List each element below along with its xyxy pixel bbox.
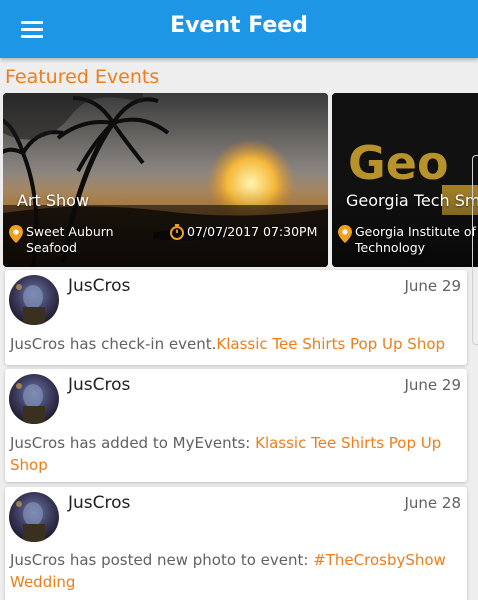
stopwatch-icon <box>170 224 184 240</box>
feed-username[interactable]: JusCros <box>68 276 130 296</box>
feed-item[interactable]: JusCros June 29 JusCros has check-in eve… <box>5 270 467 365</box>
activity-description: JusCros has posted new photo to event: <box>10 551 314 569</box>
event-location: Georgia Institute of Technology <box>338 224 476 256</box>
feed-username[interactable]: JusCros <box>68 375 130 395</box>
avatar-image <box>9 275 59 325</box>
feed-date: June 28 <box>404 494 461 512</box>
event-location-line: Georgia Institute of <box>355 224 476 239</box>
event-title: Art Show <box>17 191 90 210</box>
scroll-indicator <box>472 155 478 345</box>
event-image-text: Geo <box>348 136 449 190</box>
feed-date: June 29 <box>404 376 461 394</box>
event-location-line: Technology <box>355 240 426 255</box>
avatar-image <box>9 374 59 424</box>
event-datetime: 07/07/2017 07:30PM <box>169 224 317 240</box>
event-datetime-text: 07/07/2017 07:30PM <box>187 224 318 239</box>
featured-events-carousel[interactable]: Art Show Sweet Auburn Seafood 07/07/2017… <box>0 93 478 267</box>
event-location-line: Sweet Auburn <box>26 224 114 239</box>
avatar-image <box>9 492 59 542</box>
featured-event-card[interactable]: Art Show Sweet Auburn Seafood 07/07/2017… <box>3 93 328 267</box>
feed-item[interactable]: JusCros June 28 JusCros has posted new p… <box>5 487 467 600</box>
map-pin-icon <box>338 225 352 243</box>
feed-item[interactable]: JusCros June 29 JusCros has added to MyE… <box>5 369 467 482</box>
activity-description: JusCros has added to MyEvents: <box>10 434 256 452</box>
app-bar: Event Feed <box>0 0 478 58</box>
feed-activity-text: JusCros has check-in event.Klassic Tee S… <box>10 333 462 355</box>
avatar[interactable] <box>9 492 59 542</box>
event-location-line: Seafood <box>26 240 77 255</box>
featured-event-card[interactable]: Geo Georgia Tech Sm Georgia Institute of… <box>332 93 478 267</box>
activity-description: JusCros has check-in event. <box>10 335 217 353</box>
feed-username[interactable]: JusCros <box>68 493 130 513</box>
page-title: Event Feed <box>170 13 308 38</box>
map-pin-icon <box>9 225 23 243</box>
featured-events-heading: Featured Events <box>5 66 160 88</box>
event-title: Georgia Tech Sm <box>346 191 478 210</box>
event-location: Sweet Auburn Seafood <box>9 224 114 256</box>
avatar[interactable] <box>9 374 59 424</box>
feed-activity-text: JusCros has added to MyEvents: Klassic T… <box>10 432 462 476</box>
event-link[interactable]: Klassic Tee Shirts Pop Up Shop <box>216 335 445 353</box>
feed-activity-text: JusCros has posted new photo to event: #… <box>10 549 462 593</box>
feed-date: June 29 <box>404 277 461 295</box>
avatar[interactable] <box>9 275 59 325</box>
